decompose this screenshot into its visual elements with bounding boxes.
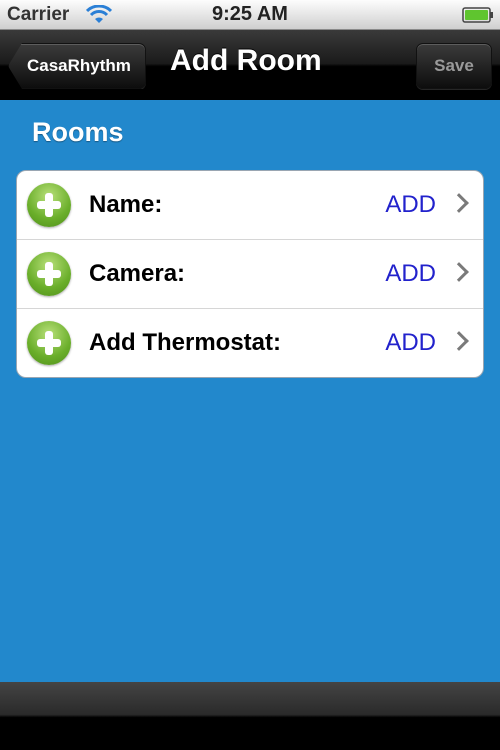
- section-header-rooms: Rooms: [32, 117, 124, 147]
- save-button[interactable]: Save: [416, 43, 492, 89]
- add-icon[interactable]: [27, 183, 71, 227]
- back-button-label: CasaRhythm: [27, 56, 131, 75]
- back-button[interactable]: CasaRhythm: [8, 43, 146, 89]
- row-value: ADD: [385, 260, 436, 287]
- add-icon[interactable]: [27, 252, 71, 296]
- row-value: ADD: [385, 329, 436, 356]
- row-add-thermostat[interactable]: Add Thermostat: ADD: [17, 309, 483, 377]
- page-title: Add Room: [170, 44, 322, 77]
- status-bar: Carrier 9:25 AM: [0, 0, 500, 30]
- clock-time: 9:25 AM: [212, 3, 288, 25]
- rooms-table: Name: ADD Camera: ADD Add Thermostat: AD…: [16, 170, 484, 378]
- row-label: Camera:: [89, 260, 186, 287]
- row-label: Add Thermostat:: [89, 329, 281, 356]
- bottom-toolbar: [0, 682, 500, 750]
- row-name[interactable]: Name: ADD: [17, 171, 483, 240]
- add-icon[interactable]: [27, 321, 71, 365]
- chevron-right-icon: [449, 331, 469, 351]
- battery-icon: [462, 7, 493, 23]
- chevron-right-icon: [449, 262, 469, 282]
- row-camera[interactable]: Camera: ADD: [17, 240, 483, 309]
- save-button-label: Save: [434, 56, 474, 75]
- chevron-right-icon: [449, 193, 469, 213]
- navigation-bar: CasaRhythm Add Room Save: [0, 30, 500, 100]
- row-label: Name:: [89, 191, 163, 218]
- row-value: ADD: [385, 191, 436, 218]
